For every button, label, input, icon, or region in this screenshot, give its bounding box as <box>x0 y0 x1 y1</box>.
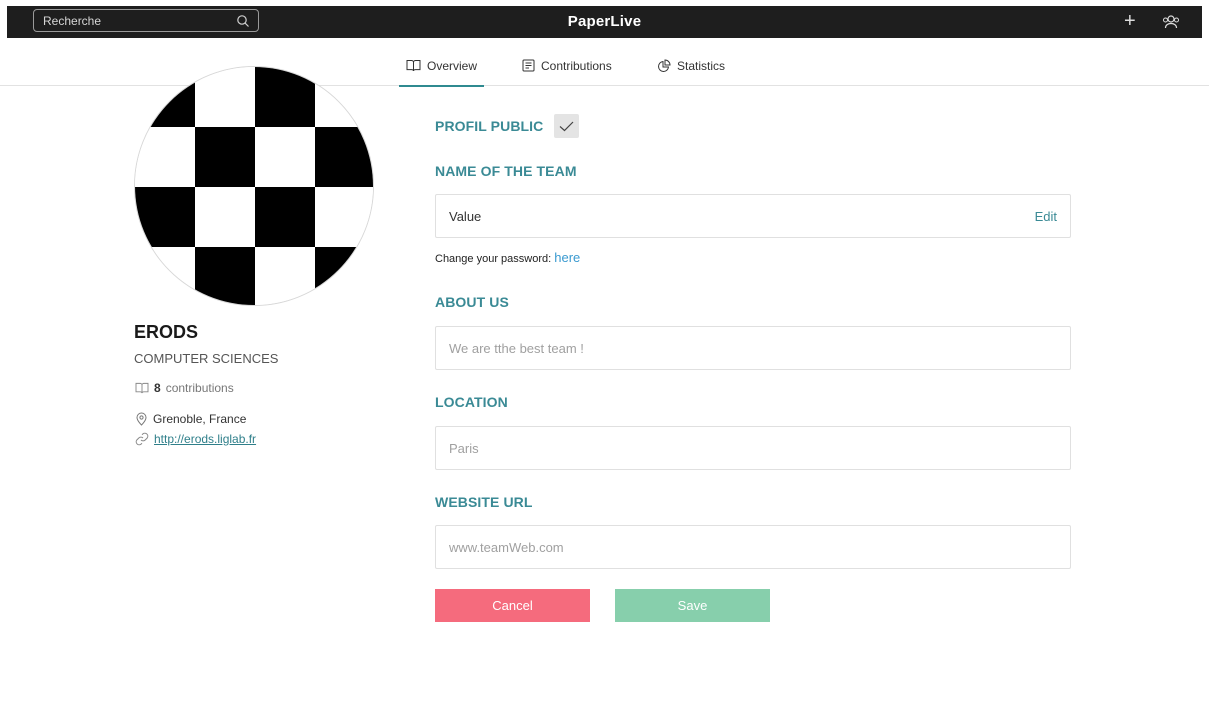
public-profile-label: PROFIL PUBLIC <box>435 118 544 134</box>
contributions-label: contributions <box>165 381 234 395</box>
team-department: COMPUTER SCIENCES <box>134 351 279 366</box>
change-password-text: Change your password: <box>435 253 552 265</box>
users-icon[interactable] <box>1162 13 1180 31</box>
book-icon <box>135 382 149 394</box>
plus-icon[interactable]: + <box>1124 11 1140 31</box>
public-profile-checkbox[interactable] <box>554 114 579 138</box>
about-us-label: ABOUT US <box>435 294 509 310</box>
team-name-field[interactable]: Value Edit <box>435 194 1071 238</box>
team-name-value: Value <box>449 209 482 224</box>
team-location: Grenoble, France <box>135 412 246 426</box>
tab-contributions[interactable]: Contributions <box>522 50 612 86</box>
location-field[interactable]: Paris <box>435 426 1071 470</box>
website-url-field[interactable]: www.teamWeb.com <box>435 525 1071 569</box>
top-bar: Recherche PaperLive + <box>7 6 1202 38</box>
checkerboard-image <box>135 67 373 305</box>
app-title: PaperLive <box>567 13 642 30</box>
edit-button[interactable]: Edit <box>1035 209 1057 224</box>
location-text: Grenoble, France <box>153 412 247 426</box>
team-avatar <box>134 66 374 306</box>
change-password-line: Change your password: here <box>435 250 580 265</box>
website-url-label: WEBSITE URL <box>435 494 533 510</box>
profile-tabs: Overview Contributions Statistics <box>0 50 1209 87</box>
documents-icon <box>522 59 535 72</box>
website-url-placeholder: www.teamWeb.com <box>449 540 564 555</box>
cancel-button[interactable]: Cancel <box>435 589 590 622</box>
location-pin-icon <box>136 412 147 426</box>
about-us-field[interactable]: We are tthe best team ! <box>435 326 1071 370</box>
contributions-count: 8 contributions <box>135 381 234 395</box>
team-website: http://erods.liglab.fr <box>135 432 256 446</box>
pie-chart-icon <box>658 59 671 72</box>
location-placeholder: Paris <box>449 441 479 456</box>
tab-overview[interactable]: Overview <box>399 50 484 87</box>
checkmark-icon <box>559 121 574 132</box>
location-label: LOCATION <box>435 394 508 410</box>
book-icon <box>406 60 421 72</box>
tab-statistics[interactable]: Statistics <box>657 50 725 86</box>
tab-contributions-label: Contributions <box>541 59 612 73</box>
team-name-label: NAME OF THE TEAM <box>435 163 577 179</box>
change-password-link[interactable]: here <box>554 250 580 265</box>
save-button[interactable]: Save <box>615 589 770 622</box>
website-link[interactable]: http://erods.liglab.fr <box>154 432 256 446</box>
tab-overview-label: Overview <box>427 59 478 73</box>
link-icon <box>135 432 149 446</box>
contributions-number: 8 <box>154 381 161 395</box>
tab-statistics-label: Statistics <box>677 59 726 73</box>
about-us-placeholder: We are tthe best team ! <box>449 341 584 356</box>
team-name: ERODS <box>134 322 199 342</box>
